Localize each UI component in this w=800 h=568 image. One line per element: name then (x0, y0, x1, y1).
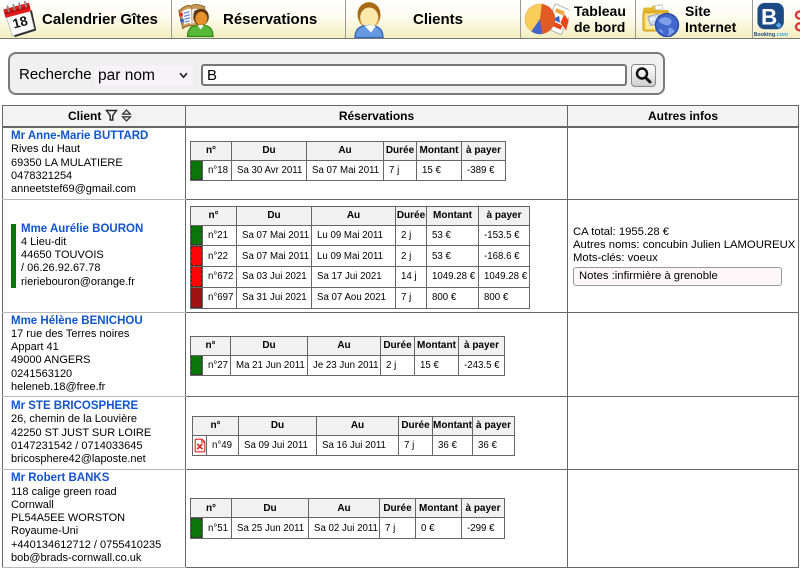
svg-text:Booking.com: Booking.com (754, 32, 788, 38)
svg-text:B: B (761, 4, 777, 29)
